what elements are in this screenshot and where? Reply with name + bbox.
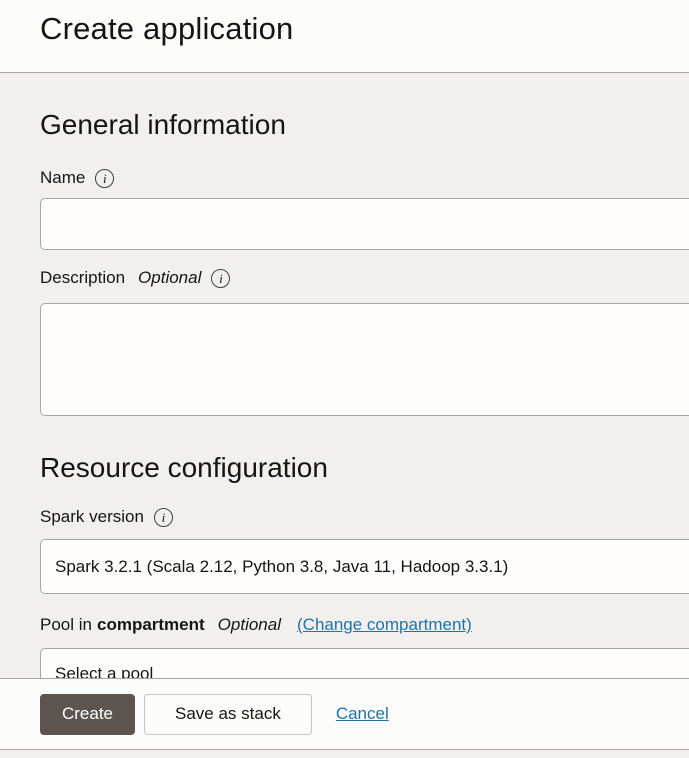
create-button[interactable]: Create xyxy=(40,694,135,735)
action-bar: Create Save as stack Cancel xyxy=(0,678,689,750)
name-label-row: Name i xyxy=(40,168,114,188)
create-application-panel: Create application General information N… xyxy=(0,0,689,758)
description-label: Description xyxy=(40,268,125,288)
spark-version-label: Spark version xyxy=(40,507,144,527)
name-label: Name xyxy=(40,168,85,188)
spark-version-label-row: Spark version i xyxy=(40,507,173,527)
pool-optional-label: Optional xyxy=(218,615,281,635)
pool-compartment-name: compartment xyxy=(97,615,205,635)
cancel-link[interactable]: Cancel xyxy=(336,704,389,724)
pool-label-row: Pool in compartment Optional (Change com… xyxy=(40,615,472,635)
info-icon[interactable]: i xyxy=(95,169,114,188)
page-title: Create application xyxy=(40,11,293,47)
description-textarea[interactable] xyxy=(40,303,689,416)
general-information-heading: General information xyxy=(40,109,286,141)
name-input[interactable] xyxy=(40,198,689,250)
save-as-stack-button[interactable]: Save as stack xyxy=(144,694,312,735)
description-label-row: Description Optional i xyxy=(40,268,230,288)
description-optional-label: Optional xyxy=(138,268,201,288)
panel-header: Create application xyxy=(0,0,689,73)
resource-configuration-heading: Resource configuration xyxy=(40,452,328,484)
info-icon[interactable]: i xyxy=(211,269,230,288)
info-icon[interactable]: i xyxy=(154,508,173,527)
change-compartment-link[interactable]: (Change compartment) xyxy=(297,615,472,635)
pool-label-prefix: Pool in xyxy=(40,615,92,635)
spark-version-selected-value: Spark 3.2.1 (Scala 2.12, Python 3.8, Jav… xyxy=(55,557,508,577)
spark-version-select[interactable]: Spark 3.2.1 (Scala 2.12, Python 3.8, Jav… xyxy=(40,539,689,594)
